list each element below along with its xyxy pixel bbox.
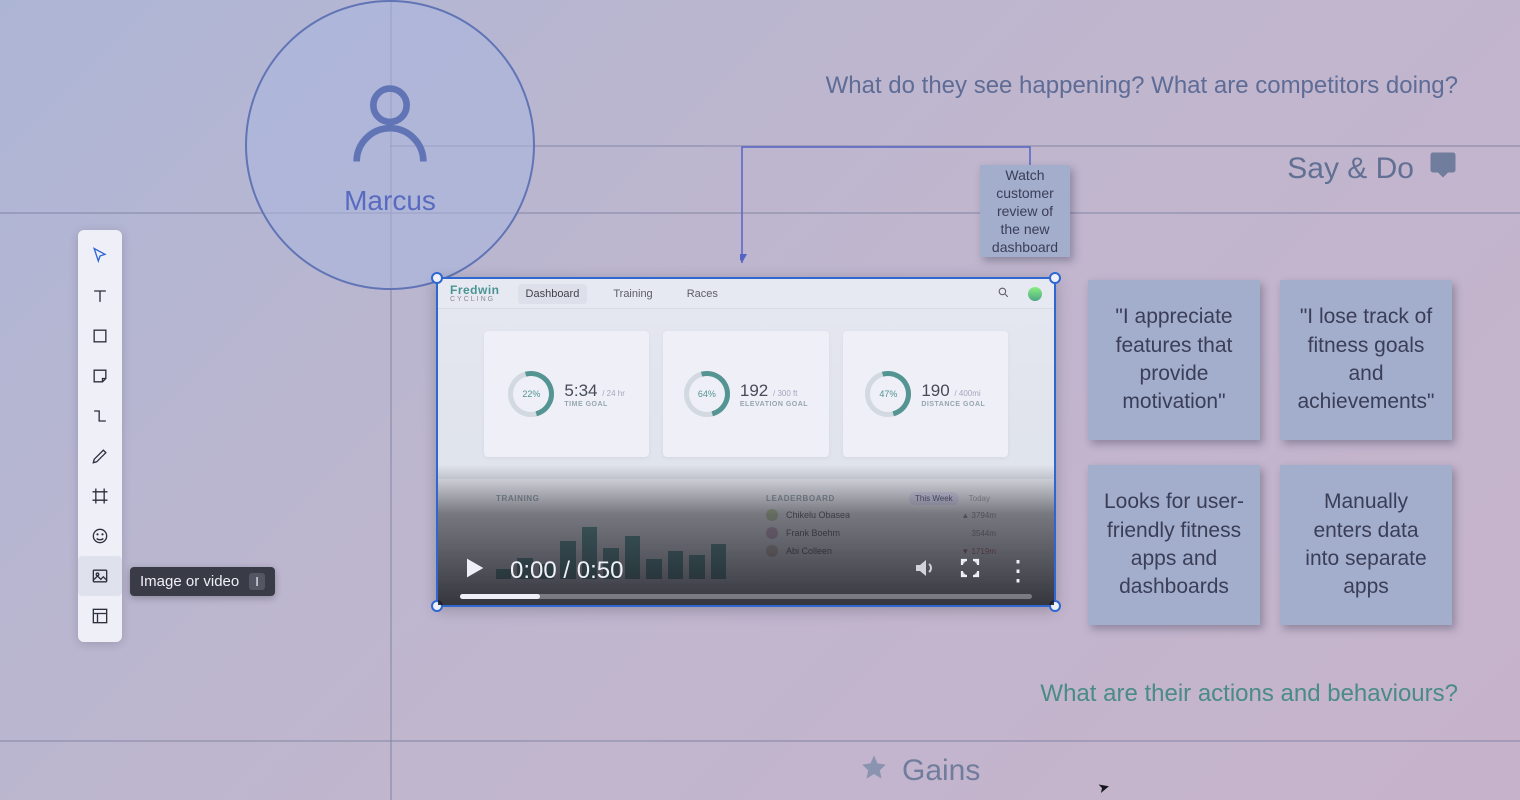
grid-horizontal-top [390, 145, 1520, 147]
sticky-text: "I lose track of fitness goals and achie… [1294, 303, 1438, 416]
dashboard-cards: 22% 5:34 / 24 hr TIME GOAL 64% 192 / 300… [438, 309, 1054, 479]
section-say-do: Say & Do [1287, 150, 1458, 188]
sticky-text: Manually enters data into separate apps [1294, 488, 1438, 601]
card-distance-goal: 47% 190 / 400mi DISTANCE GOAL [843, 331, 1008, 457]
gains-label: Gains [902, 754, 980, 788]
tooltip-key: I [249, 573, 265, 590]
video-progress[interactable] [460, 594, 1032, 599]
saydo-label: Say & Do [1287, 152, 1414, 186]
sticky-text: "I appreciate features that provide moti… [1102, 303, 1246, 416]
sticky-behavior-2[interactable]: Manually enters data into separate apps [1280, 465, 1452, 625]
section-gains: Gains [860, 753, 980, 789]
search-icon[interactable] [997, 286, 1010, 302]
tab-dashboard[interactable]: Dashboard [518, 284, 588, 304]
tab-races[interactable]: Races [679, 284, 726, 304]
video-time: 0:00 / 0:50 [510, 557, 623, 585]
grid-horizontal-mid [0, 212, 1520, 214]
tool-text[interactable] [78, 276, 122, 316]
video-controls: 0:00 / 0:50 ⋮ [438, 465, 1054, 605]
tool-pen[interactable] [78, 436, 122, 476]
tool-rectangle[interactable] [78, 316, 122, 356]
tab-training[interactable]: Training [605, 284, 660, 304]
star-icon [860, 753, 888, 789]
volume-icon[interactable] [912, 556, 936, 585]
whiteboard-canvas[interactable]: Marcus What do they see happening? What … [0, 0, 1520, 800]
tool-image[interactable] [78, 556, 122, 596]
ring-pct: 22% [508, 371, 554, 417]
sticky-quote-2[interactable]: "I lose track of fitness goals and achie… [1280, 280, 1452, 440]
card-elevation-goal: 64% 192 / 300 ft ELEVATION GOAL [663, 331, 828, 457]
play-button[interactable] [460, 554, 488, 587]
sticky-watch[interactable]: Watch customer review of the new dashboa… [980, 165, 1070, 257]
card-time-goal: 22% 5:34 / 24 hr TIME GOAL [484, 331, 649, 457]
app-header: Fredwin CYCLING Dashboard Training Races [438, 279, 1054, 309]
tool-template[interactable] [78, 596, 122, 636]
tool-frame[interactable] [78, 476, 122, 516]
fullscreen-icon[interactable] [958, 556, 982, 585]
sticky-watch-text: Watch customer review of the new dashboa… [992, 166, 1058, 257]
prompt-see: What do they see happening? What are com… [826, 72, 1458, 100]
tool-tooltip: Image or video I [130, 567, 275, 596]
avatar[interactable] [1028, 287, 1042, 301]
sticky-text: Looks for user-friendly fitness apps and… [1102, 488, 1246, 601]
app-logo: Fredwin CYCLING [450, 284, 500, 303]
video-progress-fill [460, 594, 540, 599]
tool-stamp[interactable] [78, 516, 122, 556]
sticky-behavior-1[interactable]: Looks for user-friendly fitness apps and… [1088, 465, 1260, 625]
prompt-actions: What are their actions and behaviours? [1040, 680, 1458, 708]
video-menu-icon[interactable]: ⋮ [1004, 565, 1032, 576]
tooltip-label: Image or video [140, 573, 239, 590]
persona-circle[interactable]: Marcus [245, 0, 535, 290]
resize-handle-tr[interactable] [1049, 272, 1061, 284]
embedded-video-frame[interactable]: Fredwin CYCLING Dashboard Training Races… [436, 277, 1056, 607]
tool-sticky[interactable] [78, 356, 122, 396]
sticky-quote-1[interactable]: "I appreciate features that provide moti… [1088, 280, 1260, 440]
whiteboard-toolbar [78, 230, 122, 642]
tool-select[interactable] [78, 236, 122, 276]
grid-horizontal-bottom [0, 740, 1520, 742]
mouse-cursor-icon: ➤ [1096, 778, 1112, 797]
ring-pct: 47% [865, 371, 911, 417]
person-icon [340, 74, 440, 179]
tool-connector[interactable] [78, 396, 122, 436]
speech-icon [1428, 150, 1458, 188]
persona-name: Marcus [344, 185, 436, 217]
resize-handle-tl[interactable] [431, 272, 443, 284]
ring-pct: 64% [684, 371, 730, 417]
